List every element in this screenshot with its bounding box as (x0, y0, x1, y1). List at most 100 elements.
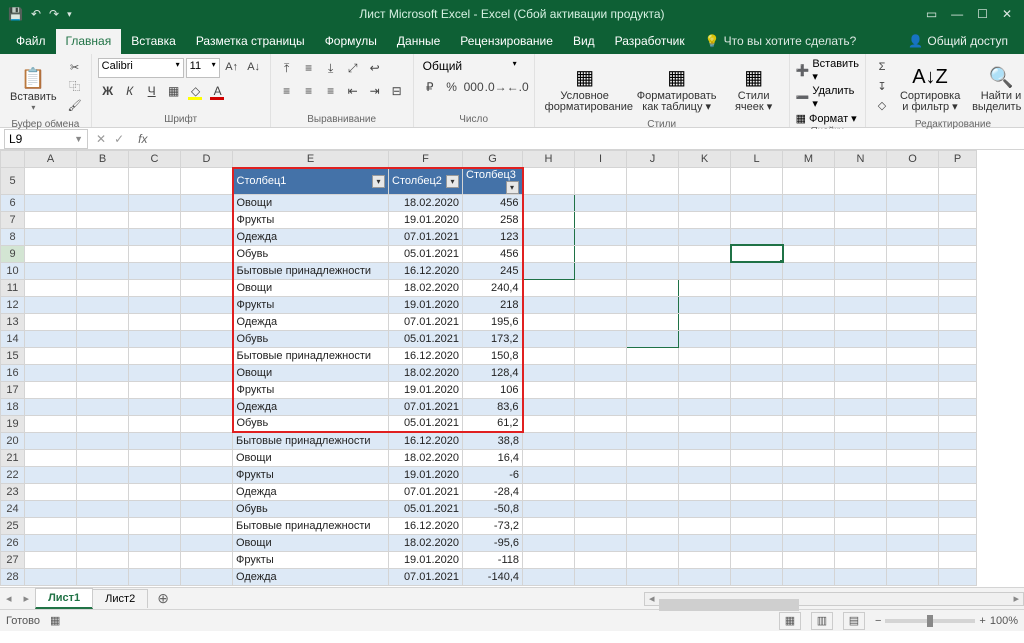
currency-icon[interactable]: ₽ (420, 77, 440, 97)
minimize-icon[interactable]: — (951, 7, 963, 21)
cell-O17[interactable] (887, 381, 939, 398)
cell-I15[interactable] (575, 347, 627, 364)
cell-M28[interactable] (783, 568, 835, 585)
cell-A21[interactable] (25, 449, 77, 466)
tab-view[interactable]: Вид (563, 29, 605, 54)
close-icon[interactable]: ✕ (1002, 7, 1012, 21)
cell-A28[interactable] (25, 568, 77, 585)
cell-L23[interactable] (731, 483, 783, 500)
cell-O18[interactable] (887, 398, 939, 415)
cell-L27[interactable] (731, 551, 783, 568)
cell-M19[interactable] (783, 415, 835, 432)
row-header-19[interactable]: 19 (1, 415, 25, 432)
cell-A7[interactable] (25, 211, 77, 228)
cell-I8[interactable] (575, 228, 627, 245)
cell-H24[interactable] (523, 500, 575, 517)
cut-icon[interactable]: ✂ (65, 58, 85, 76)
cell-M20[interactable] (783, 432, 835, 449)
cell-A13[interactable] (25, 313, 77, 330)
clear-icon[interactable]: ◇ (872, 96, 892, 114)
cell-B24[interactable] (77, 500, 129, 517)
cell-E17[interactable]: Фрукты (233, 381, 389, 398)
cell-L21[interactable] (731, 449, 783, 466)
cell-F19[interactable]: 05.01.2021 (389, 415, 463, 432)
cell-M12[interactable] (783, 296, 835, 313)
cell-D17[interactable] (181, 381, 233, 398)
cell-G19[interactable]: 61,2 (463, 415, 523, 432)
cell-E15[interactable]: Бытовые принадлежности (233, 347, 389, 364)
cell-K24[interactable] (679, 500, 731, 517)
cell-J26[interactable] (627, 534, 679, 551)
cell-L9[interactable] (731, 245, 783, 262)
conditional-format-button[interactable]: ▦ Условное форматирование (541, 58, 629, 118)
cell-K14[interactable] (679, 330, 731, 347)
cell-M13[interactable] (783, 313, 835, 330)
cell-L24[interactable] (731, 500, 783, 517)
cell-N6[interactable] (835, 194, 887, 211)
cell-D22[interactable] (181, 466, 233, 483)
cell-E28[interactable]: Одежда (233, 568, 389, 585)
col-header-L[interactable]: L (731, 151, 783, 168)
cell-H23[interactable] (523, 483, 575, 500)
cell-E24[interactable]: Обувь (233, 500, 389, 517)
cell-C7[interactable] (129, 211, 181, 228)
cell-J18[interactable] (627, 398, 679, 415)
cell-K9[interactable] (679, 245, 731, 262)
cell-A18[interactable] (25, 398, 77, 415)
cell-F18[interactable]: 07.01.2021 (389, 398, 463, 415)
cell-D24[interactable] (181, 500, 233, 517)
cell-E13[interactable]: Одежда (233, 313, 389, 330)
cell-D11[interactable] (181, 279, 233, 296)
cell-E14[interactable]: Обувь (233, 330, 389, 347)
cell-I27[interactable] (575, 551, 627, 568)
cell-G28[interactable]: -140,4 (463, 568, 523, 585)
qat-more-icon[interactable]: ▾ (67, 9, 72, 20)
zoom-control[interactable]: − + 100% (875, 615, 1018, 627)
cell-H7[interactable] (523, 211, 575, 228)
tab-file[interactable]: Файл (6, 29, 56, 54)
col-header-I[interactable]: I (575, 151, 627, 168)
fill-icon[interactable]: ↧ (872, 77, 892, 95)
cell-M17[interactable] (783, 381, 835, 398)
cell-P15[interactable] (939, 347, 977, 364)
zoom-in-icon[interactable]: + (979, 615, 985, 627)
cell-F27[interactable]: 19.01.2020 (389, 551, 463, 568)
cell-M23[interactable] (783, 483, 835, 500)
zoom-slider[interactable] (885, 619, 975, 623)
cell-I19[interactable] (575, 415, 627, 432)
cell-F10[interactable]: 16.12.2020 (389, 262, 463, 279)
cell-B28[interactable] (77, 568, 129, 585)
insert-cells-button[interactable]: ➕Вставить ▾ (796, 58, 859, 83)
cell-I13[interactable] (575, 313, 627, 330)
cell-E8[interactable]: Одежда (233, 228, 389, 245)
cell-H16[interactable] (523, 364, 575, 381)
cell-B10[interactable] (77, 262, 129, 279)
cell-J28[interactable] (627, 568, 679, 585)
col-header-G[interactable]: G (463, 151, 523, 168)
cell-K6[interactable] (679, 194, 731, 211)
cell-P13[interactable] (939, 313, 977, 330)
cell-K12[interactable] (679, 296, 731, 313)
cell-F26[interactable]: 18.02.2020 (389, 534, 463, 551)
cell-E27[interactable]: Фрукты (233, 551, 389, 568)
cell-H10[interactable] (523, 262, 575, 279)
worksheet-grid[interactable]: ABCDEFGHIJKLMNOP5Столбец1▾Столбец2▾Столб… (0, 150, 1024, 587)
cell-B21[interactable] (77, 449, 129, 466)
cell-A14[interactable] (25, 330, 77, 347)
fx-icon[interactable]: fx (130, 132, 155, 146)
number-format-combo[interactable]: Общий▾ (420, 58, 520, 74)
cell-O21[interactable] (887, 449, 939, 466)
cell-M11[interactable] (783, 279, 835, 296)
cell-O15[interactable] (887, 347, 939, 364)
cell-E26[interactable]: Овощи (233, 534, 389, 551)
col-header-J[interactable]: J (627, 151, 679, 168)
cell-N25[interactable] (835, 517, 887, 534)
cell-F20[interactable]: 16.12.2020 (389, 432, 463, 449)
cell-N22[interactable] (835, 466, 887, 483)
cell-E20[interactable]: Бытовые принадлежности (233, 432, 389, 449)
cell-P27[interactable] (939, 551, 977, 568)
cell-F24[interactable]: 05.01.2021 (389, 500, 463, 517)
cell-D14[interactable] (181, 330, 233, 347)
border-button[interactable]: ▦ (164, 81, 184, 101)
view-page-break-icon[interactable]: ▤ (843, 612, 865, 630)
